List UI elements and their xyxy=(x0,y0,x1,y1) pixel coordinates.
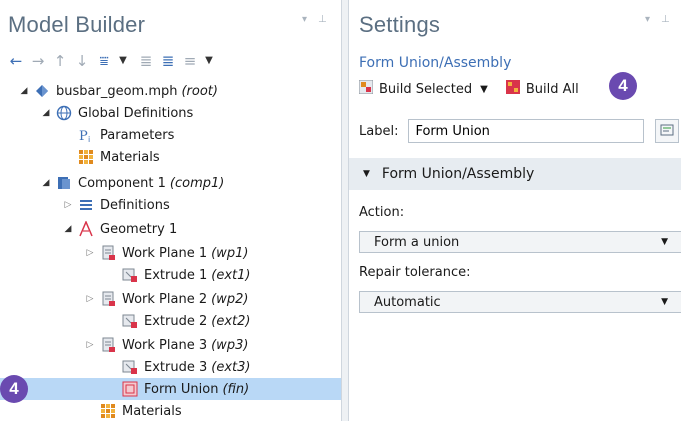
materials-icon xyxy=(78,149,94,165)
build-all-button[interactable]: Build All xyxy=(505,80,579,98)
extrude-icon xyxy=(122,313,138,329)
expander-right-icon[interactable]: ▷ xyxy=(84,294,96,304)
label-options-icon xyxy=(660,124,674,136)
arrow-left-icon[interactable]: ← xyxy=(8,53,24,69)
tree-item-work-plane-3[interactable]: ▷ Work Plane 3 (wp3) xyxy=(0,334,341,356)
work-plane-icon xyxy=(100,291,116,307)
collapse-arrow-icon[interactable]: ▼ xyxy=(363,169,370,179)
parameters-icon: Pi xyxy=(78,127,94,144)
root-model-icon xyxy=(34,83,50,99)
model-builder-toolbar: ← → ↑ ↓ ⩸ ▼ ≣ ≣ ≡ ▼ xyxy=(8,52,214,70)
settings-panel: Settings ▾ ⊥ Form Union/Assembly Build S… xyxy=(348,0,681,421)
panel-menu-icon[interactable]: ▾ xyxy=(302,14,307,25)
label-row: Label: xyxy=(359,119,645,143)
extrude-icon xyxy=(122,267,138,283)
expander-right-icon[interactable]: ▷ xyxy=(84,340,96,350)
work-plane-icon xyxy=(100,337,116,353)
tree-item-extrude-3[interactable]: Extrude 3 (ext3) xyxy=(0,356,341,378)
repair-tolerance-value: Automatic xyxy=(374,294,441,310)
tree-item-label: Definitions xyxy=(100,197,170,213)
label-options-button[interactable] xyxy=(655,119,679,143)
model-builder-title: Model Builder xyxy=(8,12,146,37)
step-badge: 4 xyxy=(609,72,637,100)
repair-tolerance-label: Repair tolerance: xyxy=(359,265,471,280)
pin-icon[interactable]: ⊥ xyxy=(661,14,670,25)
definitions-icon xyxy=(78,197,94,213)
settings-subtitle: Form Union/Assembly xyxy=(359,55,512,71)
tree-item-global-definitions[interactable]: ◢ Global Definitions xyxy=(0,102,341,124)
pin-icon[interactable]: ⊥ xyxy=(318,14,327,25)
list-icon[interactable]: ≡ xyxy=(182,53,198,69)
repair-tolerance-select[interactable]: Automatic ▼ xyxy=(359,291,681,313)
tree-item-label: Form Union (fin) xyxy=(144,381,250,397)
build-toolbar: Build Selected ▼ Build All xyxy=(358,79,579,98)
tree-item-label: Extrude 3 (ext3) xyxy=(144,359,251,375)
step-badge: 4 xyxy=(0,375,28,403)
tree-item-extrude-1[interactable]: Extrude 1 (ext1) xyxy=(0,264,341,286)
tree-item-label: Component 1 (comp1) xyxy=(78,175,225,191)
expander-right-icon[interactable]: ▷ xyxy=(84,248,96,258)
label-caption: Label: xyxy=(359,123,399,139)
action-label: Action: xyxy=(359,205,405,220)
build-selected-icon xyxy=(358,79,374,98)
tree-item-label: Global Definitions xyxy=(78,105,194,121)
tree-item-definitions[interactable]: ▷ Definitions xyxy=(0,194,341,216)
tree-item-work-plane-2[interactable]: ▷ Work Plane 2 (wp2) xyxy=(0,288,341,310)
chevron-down-icon[interactable]: ▼ xyxy=(204,53,214,69)
globe-icon xyxy=(56,105,72,121)
tree-item-label: Materials xyxy=(122,403,182,419)
settings-title: Settings xyxy=(359,12,441,37)
tree-item-root[interactable]: ◢ busbar_geom.mph (root) xyxy=(0,80,341,102)
label-field[interactable] xyxy=(408,119,645,143)
expander-down-icon[interactable]: ◢ xyxy=(62,224,74,234)
tree-item-component-materials[interactable]: Materials xyxy=(0,400,341,421)
dropdown-arrow-icon: ▼ xyxy=(661,237,668,247)
tree-item-parameters[interactable]: Pi Parameters xyxy=(0,124,341,146)
tree-item-label: Work Plane 1 (wp1) xyxy=(122,245,249,261)
tree-item-form-union[interactable]: Form Union (fin) xyxy=(0,378,341,400)
expand-all-icon[interactable]: ≣ xyxy=(138,53,154,69)
expander-right-icon[interactable]: ▷ xyxy=(62,200,74,210)
tree-item-label: Work Plane 2 (wp2) xyxy=(122,291,249,307)
model-builder-panel: Model Builder ▾ ⊥ ← → ↑ ↓ ⩸ ▼ ≣ ≣ ≡ ▼ ◢ … xyxy=(0,0,342,421)
expander-down-icon[interactable]: ◢ xyxy=(18,86,30,96)
dropdown-arrow-icon: ▼ xyxy=(661,297,668,307)
form-union-icon xyxy=(122,381,138,397)
tree-item-label: Materials xyxy=(100,149,160,165)
tree-item-work-plane-1[interactable]: ▷ Work Plane 1 (wp1) xyxy=(0,242,341,264)
tree-item-geometry-1[interactable]: ◢ Geometry 1 xyxy=(0,218,341,240)
build-selected-button[interactable]: Build Selected xyxy=(358,79,472,98)
svg-text:P: P xyxy=(79,129,88,143)
tree-item-global-materials[interactable]: Materials xyxy=(0,146,341,168)
materials-icon xyxy=(100,403,116,419)
extrude-icon xyxy=(122,359,138,375)
action-select[interactable]: Form a union ▼ xyxy=(359,231,681,253)
geometry-icon xyxy=(78,220,94,237)
tree-item-label: Extrude 1 (ext1) xyxy=(144,267,251,283)
section-form-union-assembly[interactable]: ▼ Form Union/Assembly xyxy=(349,158,681,190)
component-icon xyxy=(56,175,72,191)
expander-down-icon[interactable]: ◢ xyxy=(40,178,52,188)
tree-item-label: Work Plane 3 (wp3) xyxy=(122,337,249,353)
arrow-up-icon[interactable]: ↑ xyxy=(52,53,68,69)
tree-item-label: busbar_geom.mph (root) xyxy=(56,83,218,99)
collapse-all-icon[interactable]: ≣ xyxy=(160,53,176,69)
svg-text:i: i xyxy=(88,135,90,143)
tree-item-label: Geometry 1 xyxy=(100,221,178,237)
expander-down-icon[interactable]: ◢ xyxy=(40,108,52,118)
tree-item-extrude-2[interactable]: Extrude 2 (ext2) xyxy=(0,310,341,332)
build-all-icon xyxy=(505,80,520,98)
filter-icon[interactable]: ⩸ xyxy=(96,53,112,69)
tree-item-component-1[interactable]: ◢ Component 1 (comp1) xyxy=(0,172,341,194)
work-plane-icon xyxy=(100,245,116,261)
arrow-down-icon[interactable]: ↓ xyxy=(74,53,90,69)
tree-item-label: Parameters xyxy=(100,127,175,143)
chevron-down-icon[interactable]: ▼ xyxy=(118,53,128,69)
section-title: Form Union/Assembly xyxy=(381,166,535,182)
arrow-right-icon[interactable]: → xyxy=(30,53,46,69)
panel-menu-icon[interactable]: ▾ xyxy=(645,14,650,25)
chevron-down-icon[interactable]: ▼ xyxy=(480,84,488,95)
action-value: Form a union xyxy=(374,234,460,250)
tree-item-label: Extrude 2 (ext2) xyxy=(144,313,251,329)
